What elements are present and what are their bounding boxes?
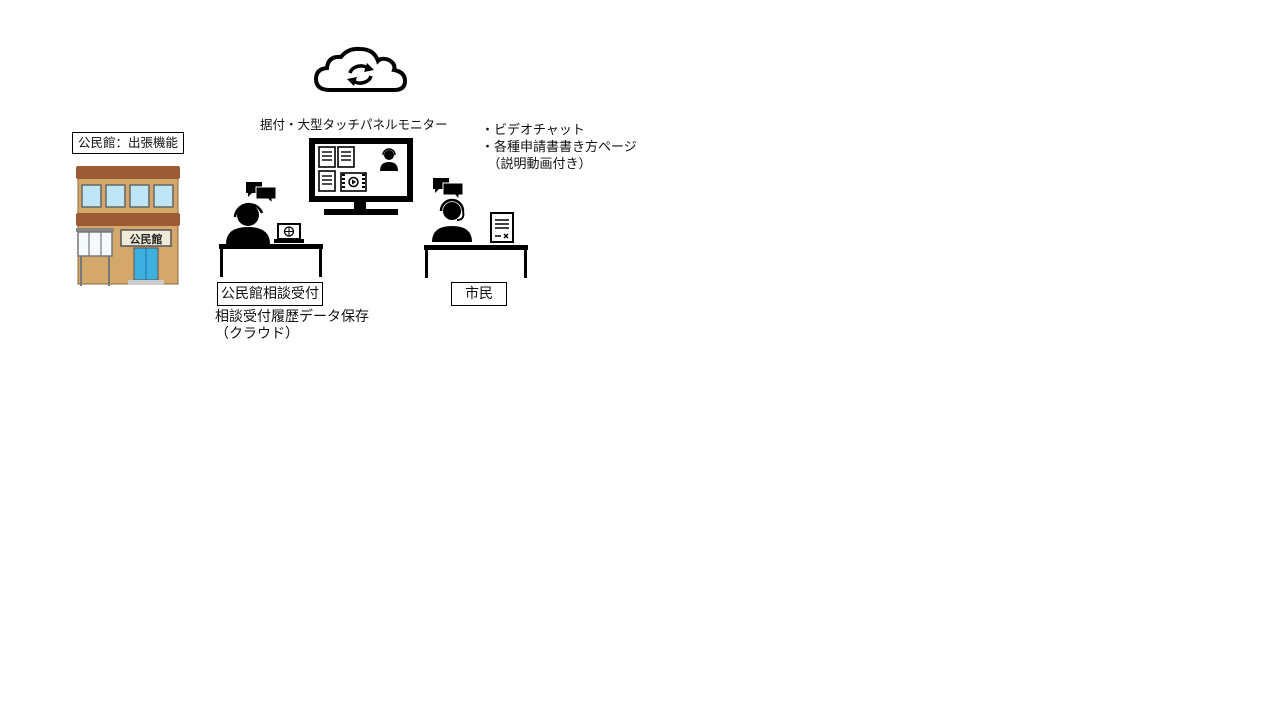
citizen-label: 市民 [451,282,507,306]
feature-list: ・ビデオチャット ・各種申請書書き方ページ （説明動画付き） [481,122,637,173]
feature-item: （説明動画付き） [481,157,592,172]
monitor-caption: 据付・大型タッチパネルモニター [260,117,448,132]
community-center-building-icon: 公民館 [76,166,180,286]
storage-line: （クラウド） [215,326,299,342]
citizen-desk-illustration [424,178,528,278]
staff-desk-illustration [219,182,323,277]
building-sign-text: 公民館 [130,232,163,246]
feature-item: ・各種申請書書き方ページ [481,140,637,155]
feature-item: ・ビデオチャット [481,123,585,138]
storage-line: 相談受付履歴データ保存 [215,309,369,325]
storage-note: 相談受付履歴データ保存 （クラウド） [215,309,369,343]
cloud-sync-icon [313,46,408,92]
kominkan-branch-label: 公民館：出張機能 [72,132,185,154]
staff-reception-label: 公民館相談受付 [217,282,323,306]
